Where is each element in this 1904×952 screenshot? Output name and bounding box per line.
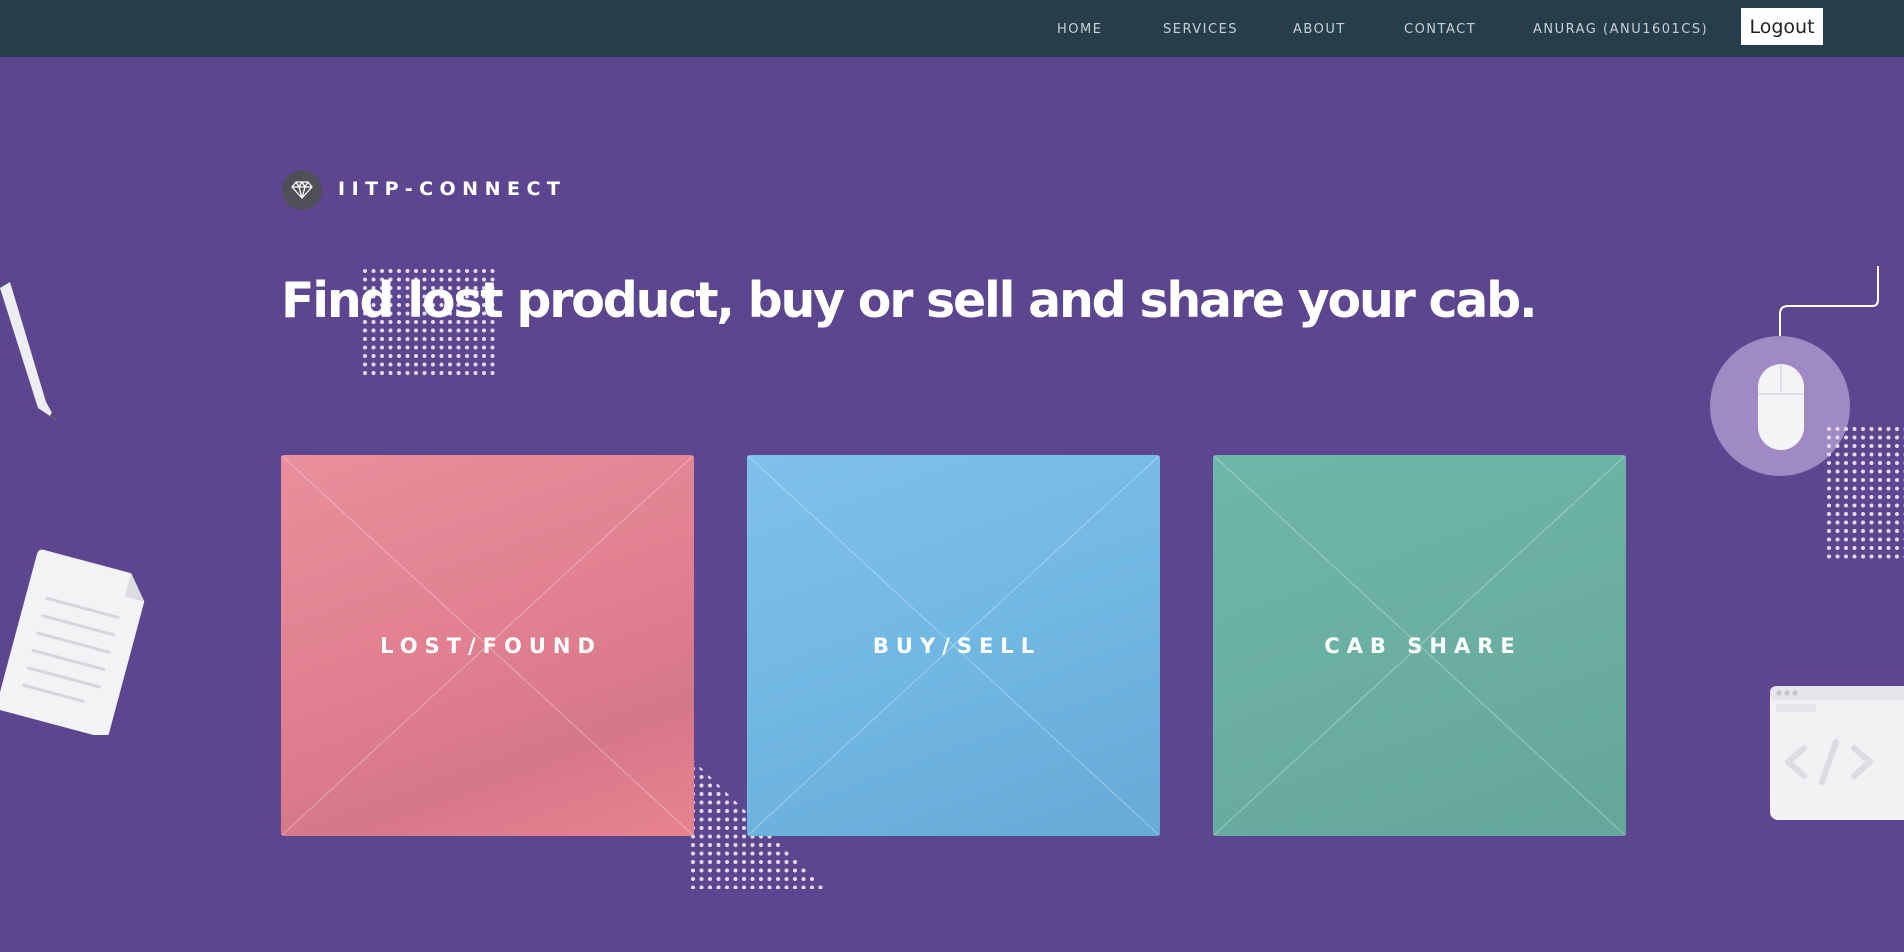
nav-about[interactable]: ABOUT bbox=[1293, 22, 1346, 37]
hero-headline: Find lost product, buy or sell and share… bbox=[281, 272, 1538, 329]
brand-name: IITP-CONNECT bbox=[338, 178, 567, 200]
diamond-icon bbox=[282, 170, 322, 210]
nav-contact[interactable]: CONTACT bbox=[1404, 22, 1476, 37]
nav-services[interactable]: SERVICES bbox=[1163, 22, 1238, 37]
nav-user-profile[interactable]: ANURAG (ANU1601CS) bbox=[1533, 22, 1708, 37]
dot-pattern-right bbox=[1826, 426, 1904, 560]
tile-lost-found[interactable]: LOST/FOUND bbox=[281, 455, 694, 836]
nav-home[interactable]: HOME bbox=[1057, 22, 1102, 37]
document-icon bbox=[0, 549, 145, 735]
logout-button[interactable]: Logout bbox=[1741, 8, 1823, 45]
tile-label: CAB SHARE bbox=[1324, 633, 1522, 658]
tile-label: LOST/FOUND bbox=[380, 633, 602, 658]
tile-cab-share[interactable]: CAB SHARE bbox=[1213, 455, 1626, 836]
top-navbar: HOME SERVICES ABOUT CONTACT ANURAG (ANU1… bbox=[0, 0, 1904, 57]
pencil-icon bbox=[0, 282, 56, 420]
tile-label: BUY/SELL bbox=[872, 633, 1042, 658]
code-window-icon bbox=[1770, 686, 1904, 820]
tile-buy-sell[interactable]: BUY/SELL bbox=[747, 455, 1160, 836]
